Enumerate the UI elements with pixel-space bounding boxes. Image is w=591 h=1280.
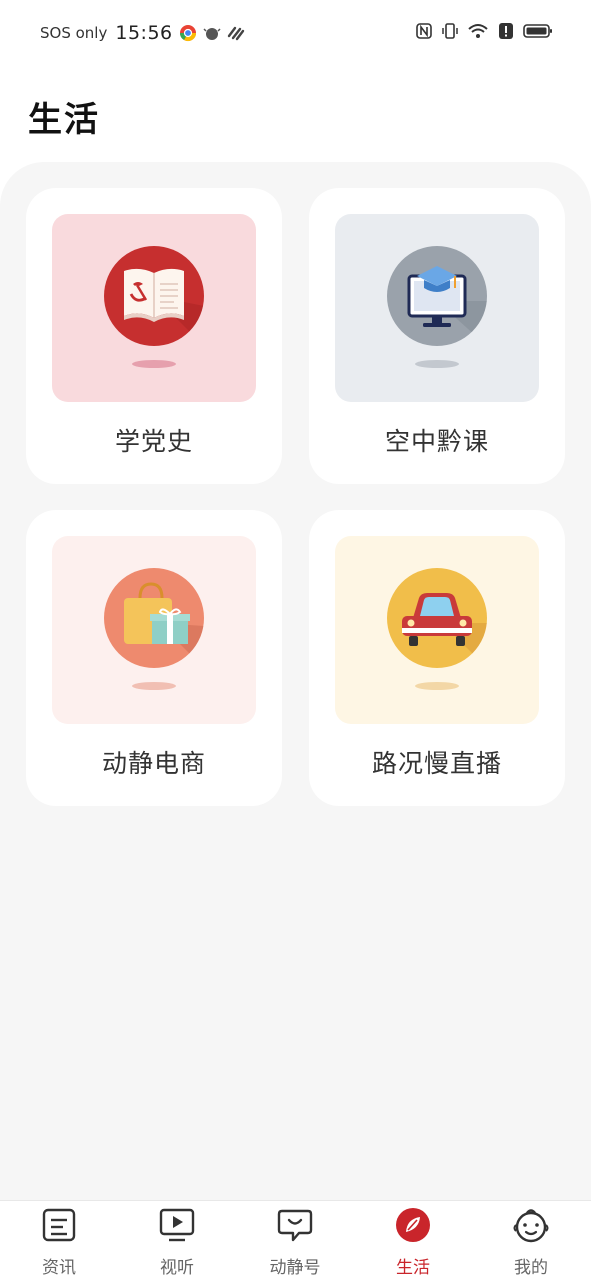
carrier-text: SOS only <box>40 24 108 42</box>
card-art <box>52 536 256 724</box>
card-traffic-live[interactable]: 路况慢直播 <box>309 510 565 806</box>
chrome-icon <box>179 25 196 42</box>
party-history-book-icon <box>104 246 204 346</box>
card-label: 空中黔课 <box>384 427 489 456</box>
shopping-bag-gift-icon <box>104 568 204 668</box>
vibrate-icon <box>442 23 458 39</box>
nav-item-life[interactable]: 生活 <box>354 1201 472 1280</box>
nfc-icon <box>416 23 432 39</box>
nav-label: 资讯 <box>42 1258 76 1278</box>
nav-item-news[interactable]: 资讯 <box>0 1201 118 1280</box>
content-panel: 学党史 空中黔课 动静电商 路况慢直播 <box>0 162 591 1202</box>
card-label: 学党史 <box>114 427 193 456</box>
battery-icon <box>523 24 552 38</box>
nav-label: 视听 <box>160 1258 194 1278</box>
nav-item-channel[interactable]: 动静号 <box>236 1201 354 1280</box>
card-art <box>52 214 256 402</box>
card-art <box>335 214 539 402</box>
icon-shadow <box>132 360 176 368</box>
card-art <box>335 536 539 724</box>
card-party-history[interactable]: 学党史 <box>26 188 282 484</box>
online-class-monitor-icon <box>387 246 487 346</box>
status-right <box>415 22 553 40</box>
card-online-class[interactable]: 空中黔课 <box>309 188 565 484</box>
card-ecommerce[interactable]: 动静电商 <box>26 510 282 806</box>
icon-shadow <box>415 360 459 368</box>
status-bar: SOS only 15:56 <box>0 0 591 66</box>
nav-label: 我的 <box>514 1258 548 1278</box>
nav-item-profile[interactable]: 我的 <box>472 1201 590 1280</box>
clock-time: 15:56 <box>115 22 173 44</box>
card-label: 路况慢直播 <box>371 749 502 778</box>
nav-item-video[interactable]: 视听 <box>118 1201 236 1280</box>
status-left: SOS only 15:56 <box>40 22 245 44</box>
bottom-nav: 资讯 视听 动静号 生活 我的 <box>0 1200 591 1280</box>
alert-icon <box>499 23 513 39</box>
video-play-icon <box>159 1208 195 1242</box>
nav-label: 动静号 <box>269 1258 321 1278</box>
page-title: 生活 <box>28 100 100 140</box>
news-document-icon <box>42 1208 76 1242</box>
stripes-icon <box>227 26 244 41</box>
chat-bubble-smile-icon <box>277 1209 313 1242</box>
wifi-icon <box>468 24 488 38</box>
card-label: 动静电商 <box>101 749 206 778</box>
nav-label: 生活 <box>396 1258 430 1278</box>
car-traffic-icon <box>387 568 487 668</box>
icon-shadow <box>132 682 176 690</box>
icon-shadow <box>415 682 459 690</box>
compass-leaf-icon <box>396 1208 430 1242</box>
android-bug-icon <box>203 28 221 40</box>
profile-avatar-icon <box>513 1209 549 1243</box>
